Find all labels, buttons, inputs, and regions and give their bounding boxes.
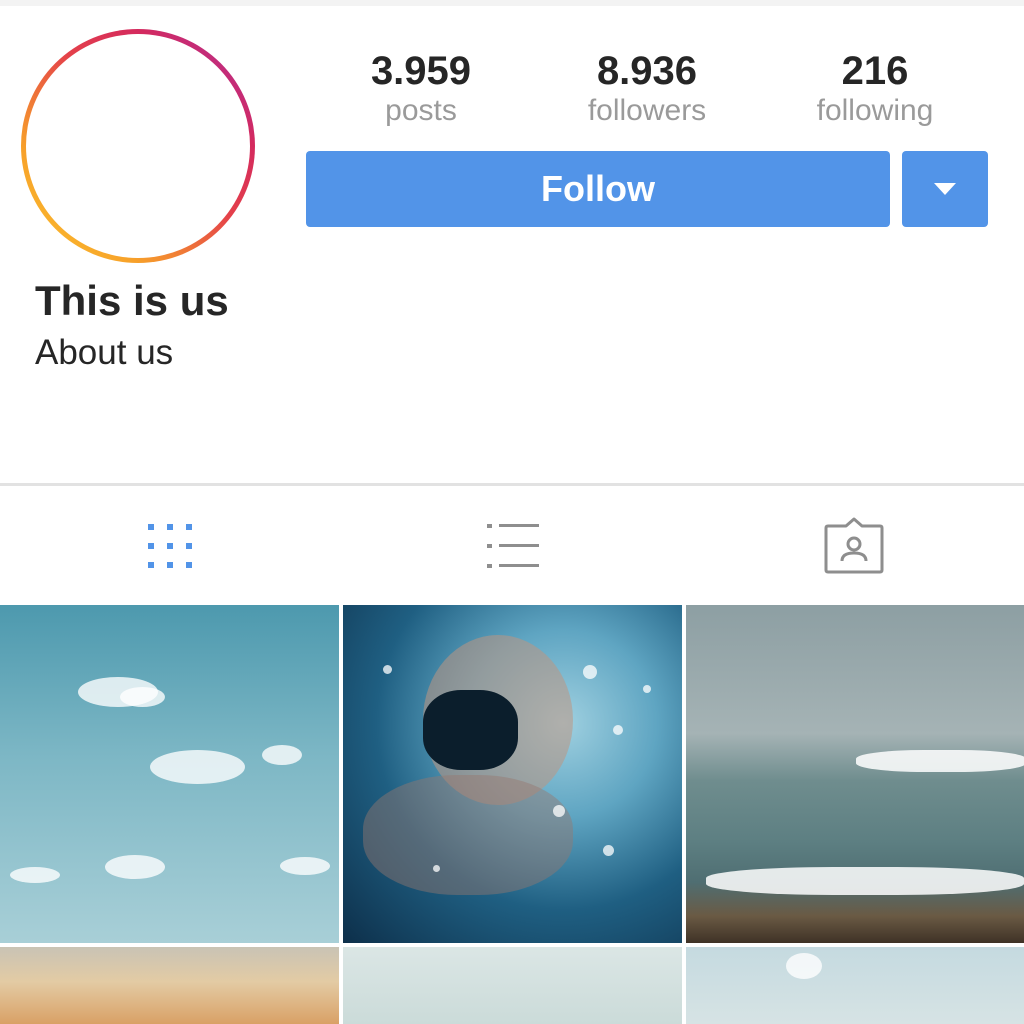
post-thumbnail[interactable] (343, 605, 682, 943)
section-divider (0, 483, 1024, 486)
post-thumbnail[interactable] (0, 605, 339, 943)
grid-icon (148, 524, 192, 568)
tab-list-view[interactable] (453, 510, 573, 582)
profile-bio: About us (35, 333, 174, 372)
avatar-image (26, 34, 250, 258)
caret-down-icon (934, 183, 956, 195)
followers-label: followers (587, 94, 707, 127)
tagged-user-icon (824, 517, 884, 574)
profile-name: This is us (35, 277, 229, 324)
posts-count: 3.959 (370, 49, 472, 93)
suggestions-dropdown-button[interactable] (902, 151, 988, 227)
post-thumbnail[interactable] (686, 947, 1024, 1024)
list-icon (487, 524, 539, 568)
followers-stat[interactable]: 8.936 followers (547, 48, 747, 128)
tab-tagged-view[interactable] (794, 510, 914, 582)
followers-count: 8.936 (596, 49, 698, 93)
following-count: 216 (841, 49, 909, 93)
following-stat[interactable]: 216 following (775, 48, 975, 128)
post-thumbnail[interactable] (0, 947, 339, 1024)
follow-button[interactable]: Follow (306, 151, 890, 227)
posts-label: posts (385, 94, 457, 127)
tab-grid-view[interactable] (110, 510, 230, 582)
avatar[interactable] (21, 29, 255, 263)
status-bar-edge (0, 0, 1024, 6)
profile-page: 3.959 posts 8.936 followers 216 followin… (0, 0, 1024, 1024)
post-thumbnail[interactable] (343, 947, 682, 1024)
following-label: following (816, 94, 934, 127)
post-thumbnail[interactable] (686, 605, 1024, 943)
posts-stat[interactable]: 3.959 posts (321, 48, 521, 128)
